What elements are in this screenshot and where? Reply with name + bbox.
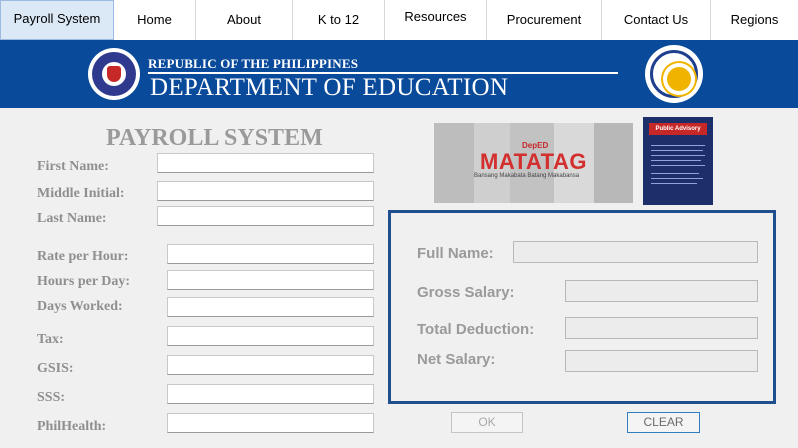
matatag-banner-image: DepED MATATAG Bansang Makabata Batang Ma… — [434, 123, 633, 203]
gsis-label: GSIS: — [37, 361, 74, 376]
clear-button[interactable]: CLEAR — [627, 412, 700, 433]
first-name-input[interactable] — [157, 153, 374, 173]
gsis-input[interactable] — [167, 355, 374, 375]
sss-input[interactable] — [167, 384, 374, 404]
advisory-header: Public Advisory — [649, 123, 707, 135]
philhealth-label: PhilHealth: — [37, 419, 107, 434]
page-title: PAYROLL SYSTEM — [106, 125, 323, 151]
results-panel: Full Name: Gross Salary: Total Deduction… — [388, 210, 776, 404]
tab-regions[interactable]: Regions — [711, 0, 798, 40]
top-navigation: Payroll System Home About K to 12 Resour… — [0, 0, 798, 40]
last-name-label: Last Name: — [37, 211, 107, 226]
public-advisory-image: Public Advisory — [643, 117, 713, 205]
rate-per-hour-input[interactable] — [167, 244, 374, 264]
full-name-result-field — [513, 241, 758, 263]
philhealth-input[interactable] — [167, 413, 374, 433]
first-name-label: First Name: — [37, 159, 109, 174]
tax-label: Tax: — [37, 332, 64, 347]
hours-per-day-label: Hours per Day: — [37, 274, 131, 289]
total-deduction-field — [565, 317, 758, 339]
total-deduction-label: Total Deduction: — [417, 321, 535, 338]
net-salary-label: Net Salary: — [417, 351, 496, 368]
gross-salary-label: Gross Salary: — [417, 284, 515, 301]
middle-initial-label: Middle Initial: — [37, 186, 125, 201]
header-banner: REPUBLIC OF THE PHILIPPINES DEPARTMENT O… — [0, 40, 798, 108]
full-name-result-label: Full Name: — [417, 245, 494, 262]
philippine-seal-icon — [645, 45, 703, 103]
net-salary-field — [565, 350, 758, 372]
hours-per-day-input[interactable] — [167, 270, 374, 290]
tax-input[interactable] — [167, 326, 374, 346]
deped-seal-icon — [88, 48, 140, 100]
tab-k-to-12[interactable]: K to 12 — [293, 0, 385, 40]
department-title: DEPARTMENT OF EDUCATION — [150, 74, 509, 101]
days-worked-input[interactable] — [167, 297, 374, 317]
middle-initial-input[interactable] — [157, 181, 374, 201]
gross-salary-field — [565, 280, 758, 302]
tab-resources[interactable]: Resources — [385, 0, 487, 40]
tab-contact-us[interactable]: Contact Us — [602, 0, 711, 40]
matatag-tagline: Bansang Makabata Batang Makabansa — [474, 173, 580, 179]
republic-label: REPUBLIC OF THE PHILIPPINES — [148, 56, 359, 71]
sss-label: SSS: — [37, 390, 66, 405]
tab-home[interactable]: Home — [114, 0, 196, 40]
days-worked-label: Days Worked: — [37, 299, 123, 314]
tab-payroll-system[interactable]: Payroll System — [0, 0, 114, 40]
tab-about[interactable]: About — [196, 0, 293, 40]
last-name-input[interactable] — [157, 206, 374, 226]
ok-button[interactable]: OK — [451, 412, 523, 433]
tab-procurement[interactable]: Procurement — [487, 0, 602, 40]
rate-per-hour-label: Rate per Hour: — [37, 249, 129, 264]
matatag-text: MATATAG — [480, 149, 587, 174]
